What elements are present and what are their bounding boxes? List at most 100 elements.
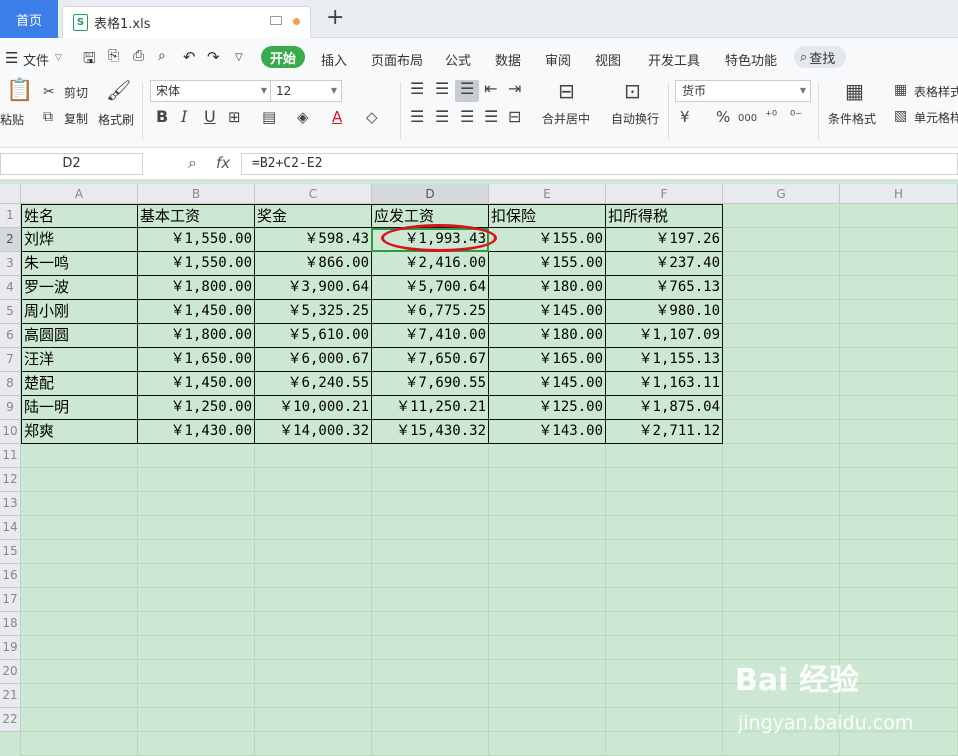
border-icon[interactable]: ⊞ <box>228 108 241 126</box>
row-header-18[interactable]: 18 <box>0 612 21 636</box>
table-cell[interactable]: ￥3,900.64 <box>255 276 372 300</box>
conditional-format-button[interactable]: 条件格式 <box>828 110 876 127</box>
search-button[interactable]: ⌕ 查找 <box>794 46 846 68</box>
table-cell[interactable]: ￥14,000.32 <box>255 420 372 444</box>
table-cell[interactable]: ￥1,800.00 <box>138 324 255 348</box>
column-header-h[interactable]: H <box>840 184 958 204</box>
paste-icon[interactable]: 📋 <box>6 80 33 102</box>
tab-data[interactable]: 数据 <box>495 50 521 69</box>
table-style-button[interactable]: 表格样式 <box>914 83 958 100</box>
font-size-select[interactable]: 12 ▼ <box>270 80 342 102</box>
format-painter-button[interactable]: 格式刷 <box>98 111 134 128</box>
align-right-icon[interactable]: ☰ <box>460 108 474 126</box>
table-cell[interactable]: ￥6,000.67 <box>255 348 372 372</box>
table-style-icon[interactable]: ▦ <box>894 81 907 99</box>
row-header-14[interactable]: 14 <box>0 516 21 540</box>
table-cell[interactable]: ￥15,430.32 <box>372 420 489 444</box>
indent-decrease-icon[interactable]: ⇤ <box>484 80 497 98</box>
row-header-15[interactable]: 15 <box>0 540 21 564</box>
scissors-icon[interactable]: ✂ <box>43 83 55 101</box>
tab-page-layout[interactable]: 页面布局 <box>371 50 423 69</box>
align-left-icon[interactable]: ☰ <box>410 108 424 126</box>
wrap-icon[interactable]: ⊡ <box>624 81 641 101</box>
table-cell[interactable]: ￥598.43 <box>255 228 372 252</box>
wrap-text-button[interactable]: 自动换行 <box>611 110 659 127</box>
table-cell[interactable]: ￥1,155.13 <box>606 348 723 372</box>
row-header-9[interactable]: 9 <box>0 396 21 420</box>
fill-color-icon[interactable]: ◈ <box>297 108 309 126</box>
justify-icon[interactable]: ☰ <box>484 108 498 126</box>
row-header-2[interactable]: 2 <box>0 228 21 252</box>
formula-input[interactable]: =B2+C2-E2 <box>241 153 958 175</box>
align-middle-icon[interactable]: ☰ <box>435 80 449 98</box>
table-cell[interactable]: 汪洋 <box>21 348 138 372</box>
export-icon[interactable]: ⎘ <box>108 48 119 64</box>
table-cell[interactable]: ￥155.00 <box>489 252 606 276</box>
column-header-b[interactable]: B <box>138 184 255 204</box>
tab-start[interactable]: 开始 <box>261 46 305 68</box>
table-cell[interactable]: ￥2,711.12 <box>606 420 723 444</box>
name-box[interactable]: D2 <box>0 153 143 175</box>
row-header-21[interactable]: 21 <box>0 684 21 708</box>
table-cell[interactable]: 高圆圆 <box>21 324 138 348</box>
row-header-19[interactable]: 19 <box>0 636 21 660</box>
column-header-d[interactable]: D <box>372 184 489 204</box>
table-cell[interactable]: 周小刚 <box>21 300 138 324</box>
hamburger-icon[interactable]: ☰ <box>5 49 18 67</box>
column-header-f[interactable]: F <box>606 184 723 204</box>
row-header-8[interactable]: 8 <box>0 372 21 396</box>
align-bottom-icon[interactable]: ☰ <box>460 80 474 98</box>
table-cell[interactable]: ￥1,875.04 <box>606 396 723 420</box>
table-cell[interactable]: ￥980.10 <box>606 300 723 324</box>
table-cell[interactable]: ￥7,650.67 <box>372 348 489 372</box>
table-cell[interactable]: ￥11,250.21 <box>372 396 489 420</box>
tab-formulas[interactable]: 公式 <box>445 50 471 69</box>
preview-icon[interactable]: ⌕ <box>158 48 166 64</box>
increase-decimal-icon[interactable]: ⁺⁰ <box>765 108 777 126</box>
row-header-20[interactable]: 20 <box>0 660 21 684</box>
bold-icon[interactable]: B <box>156 108 168 126</box>
merge-icon[interactable]: ⊟ <box>558 81 575 101</box>
header-cell[interactable]: 扣所得税 <box>606 204 723 228</box>
copy-button[interactable]: 复制 <box>64 110 88 127</box>
table-cell[interactable]: ￥1,430.00 <box>138 420 255 444</box>
new-tab-button[interactable]: + <box>326 7 344 29</box>
row-header-3[interactable]: 3 <box>0 252 21 276</box>
table-cell[interactable]: 陆一明 <box>21 396 138 420</box>
table-cell[interactable]: ￥125.00 <box>489 396 606 420</box>
underline-icon[interactable]: U <box>204 108 216 126</box>
table-cell[interactable]: ￥10,000.21 <box>255 396 372 420</box>
row-header-17[interactable]: 17 <box>0 588 21 612</box>
italic-icon[interactable]: I <box>181 108 187 126</box>
tab-features[interactable]: 特色功能 <box>725 50 777 69</box>
paste-button[interactable]: 粘贴 <box>0 111 24 128</box>
table-cell[interactable]: ￥1,550.00 <box>138 252 255 276</box>
row-header-13[interactable]: 13 <box>0 492 21 516</box>
row-header-11[interactable]: 11 <box>0 444 21 468</box>
eraser-icon[interactable]: ◇ <box>366 108 378 126</box>
row-header-12[interactable]: 12 <box>0 468 21 492</box>
row-header-4[interactable]: 4 <box>0 276 21 300</box>
table-cell[interactable]: ￥237.40 <box>606 252 723 276</box>
cell-style-button[interactable]: 单元格样式 <box>914 109 958 126</box>
row-header-10[interactable]: 10 <box>0 420 21 444</box>
tab-view[interactable]: 视图 <box>595 50 621 69</box>
currency-button[interactable]: ¥ <box>680 108 690 126</box>
table-cell[interactable]: ￥1,450.00 <box>138 300 255 324</box>
menu-file[interactable]: 文件 <box>23 50 49 69</box>
align-top-icon[interactable]: ☰ <box>410 80 424 98</box>
table-cell[interactable]: ￥866.00 <box>255 252 372 276</box>
table-cell[interactable]: ￥6,775.25 <box>372 300 489 324</box>
table-cell[interactable]: ￥1,163.11 <box>606 372 723 396</box>
row-header-5[interactable]: 5 <box>0 300 21 324</box>
font-family-select[interactable]: 宋体 ▼ <box>150 80 272 102</box>
table-cell[interactable]: ￥6,240.55 <box>255 372 372 396</box>
cell-fill-icon[interactable]: ▤ <box>262 108 276 126</box>
chevron-down-icon[interactable]: ▽ <box>55 53 62 63</box>
indent-increase-icon[interactable]: ⇥ <box>508 80 521 98</box>
row-header-7[interactable]: 7 <box>0 348 21 372</box>
table-cell[interactable]: ￥1,550.00 <box>138 228 255 252</box>
header-cell[interactable]: 扣保险 <box>489 204 606 228</box>
table-cell[interactable]: 刘烨 <box>21 228 138 252</box>
table-cell[interactable]: ￥1,250.00 <box>138 396 255 420</box>
